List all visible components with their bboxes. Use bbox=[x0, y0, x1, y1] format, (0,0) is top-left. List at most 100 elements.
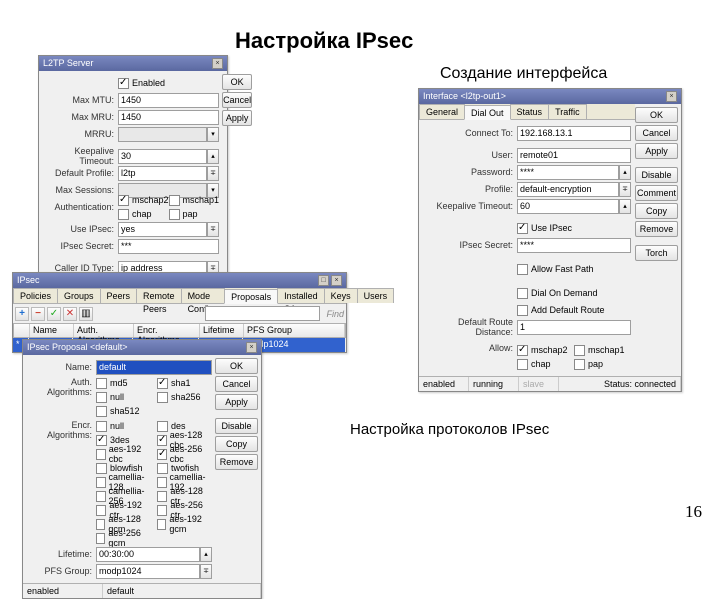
col-pfs[interactable]: PFS Group bbox=[244, 324, 345, 337]
profile-dropdown-icon[interactable]: ∓ bbox=[619, 182, 631, 197]
close-icon[interactable]: × bbox=[331, 275, 342, 286]
apply-button[interactable]: Apply bbox=[222, 110, 252, 126]
status-enabled: enabled bbox=[419, 377, 469, 391]
ok-button[interactable]: OK bbox=[222, 74, 252, 90]
tab-installed-sas[interactable]: Installed SAs bbox=[277, 288, 325, 303]
mschap1-checkbox[interactable] bbox=[169, 195, 180, 206]
profile-label: Profile: bbox=[423, 184, 517, 194]
col-name[interactable]: Name bbox=[30, 324, 74, 337]
dist-field[interactable]: 1 bbox=[517, 320, 631, 335]
pap-checkbox[interactable] bbox=[574, 359, 585, 370]
apply-button[interactable]: Apply bbox=[635, 143, 678, 159]
connect-field[interactable]: 192.168.13.1 bbox=[517, 126, 631, 141]
col-auth[interactable]: Auth. Algorithms bbox=[74, 324, 134, 337]
add-icon[interactable]: + bbox=[15, 307, 29, 321]
cancel-button[interactable]: Cancel bbox=[215, 376, 258, 392]
max-mru-field[interactable]: 1450 bbox=[118, 110, 219, 125]
sha256-checkbox[interactable] bbox=[157, 392, 168, 403]
lifetime-arrow-icon[interactable]: ▴ bbox=[200, 547, 212, 562]
mrru-field[interactable] bbox=[118, 127, 207, 142]
apply-button[interactable]: Apply bbox=[215, 394, 258, 410]
copy-button[interactable]: Copy bbox=[215, 436, 258, 452]
keepalive-field[interactable]: 30 bbox=[118, 149, 207, 164]
torch-button[interactable]: Torch bbox=[635, 245, 678, 261]
tab-users[interactable]: Users bbox=[357, 288, 395, 303]
use-ipsec-dropdown-icon[interactable]: ∓ bbox=[207, 222, 219, 237]
use-ipsec-checkbox[interactable] bbox=[517, 223, 528, 234]
keepalive-arrow-icon[interactable]: ▴ bbox=[207, 149, 219, 164]
remove-button[interactable]: Remove bbox=[635, 221, 678, 237]
mschap2-checkbox[interactable] bbox=[517, 345, 528, 356]
user-field[interactable]: remote01 bbox=[517, 148, 631, 163]
tab-mode-configs[interactable]: Mode Configs bbox=[181, 288, 226, 303]
keep-field[interactable]: 60 bbox=[517, 199, 619, 214]
col-life[interactable]: Lifetime bbox=[200, 324, 244, 337]
tab-proposals[interactable]: Proposals bbox=[224, 289, 278, 304]
sha512-checkbox[interactable] bbox=[96, 406, 107, 417]
max-sess-label: Max Sessions: bbox=[42, 185, 118, 195]
ok-button[interactable]: OK bbox=[635, 107, 678, 123]
cancel-button[interactable]: Cancel bbox=[222, 92, 252, 108]
mschap1-checkbox[interactable] bbox=[574, 345, 585, 356]
disable-button[interactable]: Disable bbox=[215, 418, 258, 434]
keep-arrow-icon[interactable]: ▴ bbox=[619, 199, 631, 214]
keepalive-label: Keepalive Timeout: bbox=[42, 146, 118, 166]
tab-remote-peers[interactable]: Remote Peers bbox=[136, 288, 182, 303]
tab-keys[interactable]: Keys bbox=[324, 288, 358, 303]
disable-button[interactable]: Disable bbox=[635, 167, 678, 183]
name-field[interactable]: default bbox=[96, 360, 212, 375]
tab-status[interactable]: Status bbox=[510, 104, 550, 119]
addroute-checkbox[interactable] bbox=[517, 305, 528, 316]
pfs-field[interactable]: modp1024 bbox=[96, 564, 200, 579]
md5-checkbox[interactable] bbox=[96, 378, 107, 389]
titlebar[interactable]: IPsec Proposal <default> × bbox=[23, 340, 261, 355]
remove-icon[interactable]: − bbox=[31, 307, 45, 321]
tab-policies[interactable]: Policies bbox=[13, 288, 58, 303]
pwd-arrow-icon[interactable]: ▴ bbox=[619, 165, 631, 180]
use-ipsec-field[interactable]: yes bbox=[118, 222, 207, 237]
filter-icon[interactable]: ▥ bbox=[79, 307, 93, 321]
ipsec-secret-field[interactable]: *** bbox=[118, 239, 219, 254]
close-icon[interactable]: × bbox=[212, 58, 223, 69]
profile-field[interactable]: default-encryption bbox=[517, 182, 619, 197]
profile-field[interactable]: l2tp bbox=[118, 166, 207, 181]
fast-checkbox[interactable] bbox=[517, 264, 528, 275]
max-mtu-field[interactable]: 1450 bbox=[118, 93, 219, 108]
close-icon[interactable]: × bbox=[666, 91, 677, 102]
pfs-dropdown-icon[interactable]: ∓ bbox=[200, 564, 212, 579]
chap-checkbox[interactable] bbox=[517, 359, 528, 370]
enabled-checkbox[interactable] bbox=[118, 78, 129, 89]
minimize-icon[interactable]: □ bbox=[318, 275, 329, 286]
lifetime-field[interactable]: 00:30:00 bbox=[96, 547, 200, 562]
find-field[interactable] bbox=[205, 306, 319, 321]
sha1-checkbox[interactable] bbox=[157, 378, 168, 389]
close-icon[interactable]: × bbox=[246, 342, 257, 353]
tab-traffic[interactable]: Traffic bbox=[548, 104, 587, 119]
secret-field[interactable]: **** bbox=[517, 238, 631, 253]
comment-button[interactable]: Comment bbox=[635, 185, 678, 201]
col-encr[interactable]: Encr. Algorithms bbox=[134, 324, 200, 337]
copy-button[interactable]: Copy bbox=[635, 203, 678, 219]
tab-general[interactable]: General bbox=[419, 104, 465, 119]
enable-icon[interactable]: ✓ bbox=[47, 307, 61, 321]
dod-checkbox[interactable] bbox=[517, 288, 528, 299]
disable-icon[interactable]: ✕ bbox=[63, 307, 77, 321]
null-checkbox[interactable] bbox=[96, 392, 107, 403]
pwd-field[interactable]: **** bbox=[517, 165, 619, 180]
ok-button[interactable]: OK bbox=[215, 358, 258, 374]
chap-checkbox[interactable] bbox=[118, 209, 129, 220]
cancel-button[interactable]: Cancel bbox=[635, 125, 678, 141]
tab-groups[interactable]: Groups bbox=[57, 288, 101, 303]
table-header: Name Auth. Algorithms Encr. Algorithms L… bbox=[13, 323, 346, 338]
tab-dialout[interactable]: Dial Out bbox=[464, 105, 511, 120]
profile-dropdown-icon[interactable]: ∓ bbox=[207, 166, 219, 181]
mrru-arrow-icon[interactable]: ▾ bbox=[207, 127, 219, 142]
remove-button[interactable]: Remove bbox=[215, 454, 258, 470]
titlebar[interactable]: IPsec □× bbox=[13, 273, 346, 288]
titlebar[interactable]: L2TP Server × bbox=[39, 56, 227, 71]
titlebar[interactable]: Interface <l2tp-out1> × bbox=[419, 89, 681, 104]
tab-peers[interactable]: Peers bbox=[100, 288, 138, 303]
pap-checkbox[interactable] bbox=[169, 209, 180, 220]
mschap2-checkbox[interactable] bbox=[118, 195, 129, 206]
enabled-label: Enabled bbox=[132, 78, 165, 88]
